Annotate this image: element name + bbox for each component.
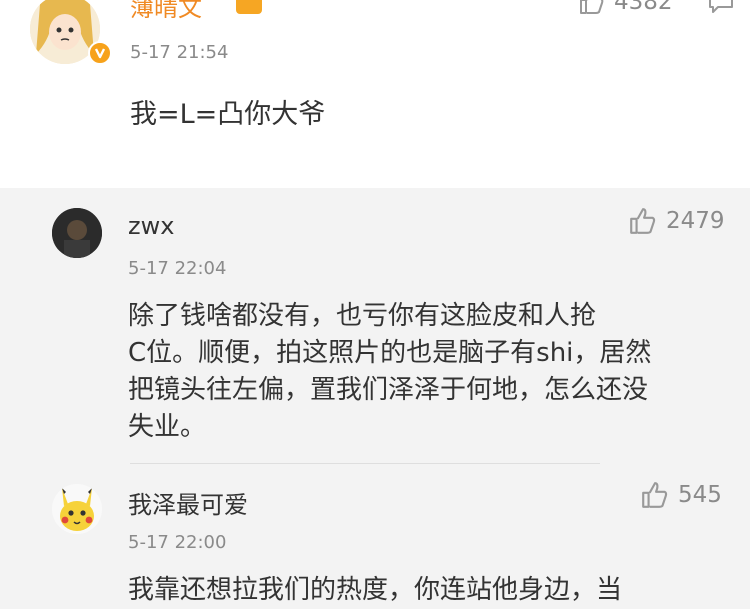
thumbs-up-icon [580, 0, 604, 14]
comment-username[interactable]: 薄晴文 [130, 0, 202, 23]
reply-text-line: 除了钱啥都没有，也亏你有这脸皮和人抢 [128, 301, 597, 331]
reply-text-line: 把镜头往左偏，置我们泽泽于何地，怎么还没 [128, 375, 649, 405]
comment-icon[interactable] [708, 0, 734, 18]
avatar-photo [52, 208, 102, 258]
reply-time: 5-17 22:04 [128, 258, 227, 279]
pikachu-avatar-icon [52, 484, 102, 534]
reply-username[interactable]: zwx [128, 212, 174, 240]
avatar[interactable] [52, 208, 102, 258]
thumbs-up-icon [630, 208, 656, 234]
reply-username[interactable]: 我泽最可爱 [128, 485, 248, 520]
reply-text-partial: 我靠还想拉我们的热度，你连站他身边，当 [128, 575, 623, 605]
reply-text-line: C位。顺便，拍这照片的也是脑子有shi，居然 [128, 338, 652, 368]
like-button[interactable]: 4382 [578, 0, 673, 16]
like-button[interactable]: 545 [640, 480, 722, 510]
comment-text: 我=L=凸你大爷 [130, 99, 326, 130]
like-button[interactable]: 2479 [628, 206, 725, 236]
vip-badge-icon [88, 41, 112, 65]
avatar[interactable] [52, 484, 102, 534]
like-count: 545 [678, 482, 722, 508]
thumbs-up-icon [642, 482, 668, 508]
reply-text-line: 失业。 [128, 412, 207, 442]
reply-time: 5-17 22:00 [128, 532, 227, 553]
like-count: 2479 [666, 208, 725, 234]
divider [130, 463, 600, 464]
comment-time: 5-17 21:54 [130, 42, 229, 63]
member-badge-icon [236, 0, 262, 14]
like-count: 4382 [614, 0, 673, 15]
top-comment: 薄晴文 5-17 21:54 我=L=凸你大爷 4382 [0, 0, 750, 188]
